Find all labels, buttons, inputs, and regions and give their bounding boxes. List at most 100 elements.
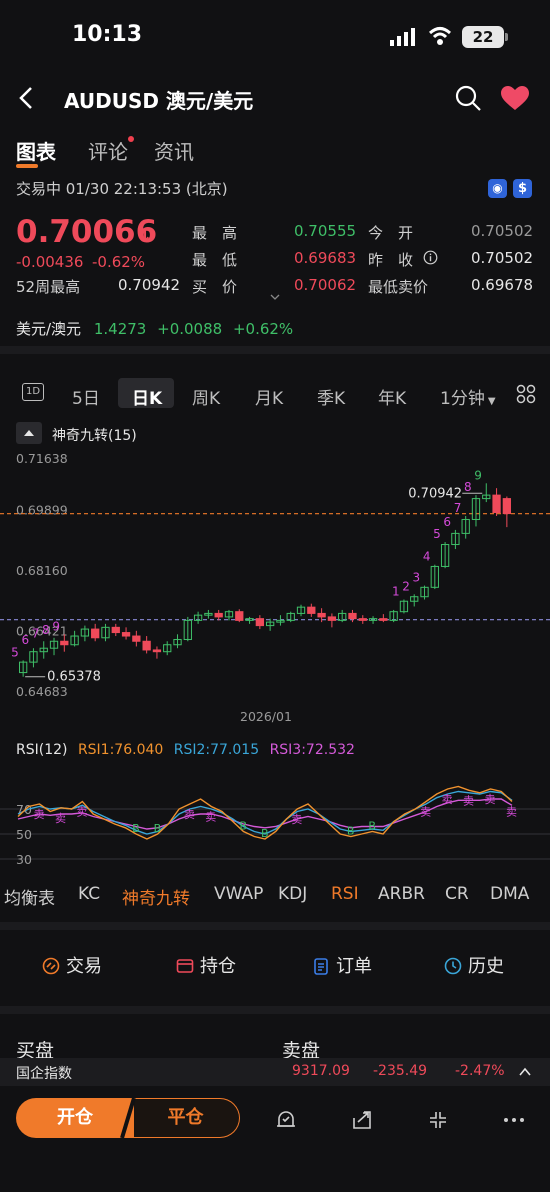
positions-button[interactable]: 持仓 bbox=[176, 952, 236, 978]
rsi-sell-marker: 卖 bbox=[184, 808, 195, 821]
trade-icon bbox=[42, 957, 60, 975]
orders-button[interactable]: 订单 bbox=[312, 952, 372, 978]
rsi-sell-marker: 卖 bbox=[485, 793, 496, 806]
rsi-buy-marker: B bbox=[368, 820, 376, 833]
index-ticker[interactable]: 国企指数 9317.09 -235.49 -2.47% bbox=[0, 1058, 550, 1086]
indicator-tabs: 均衡表 KC 神奇九转 VWAP KDJ RSI ARBR CR DMA bbox=[0, 884, 550, 910]
more-icon[interactable] bbox=[502, 1108, 526, 1132]
share-icon[interactable] bbox=[350, 1108, 374, 1132]
status-bar: 10:13 22 bbox=[0, 0, 550, 72]
trade-label: 交易 bbox=[66, 956, 102, 977]
period-quarterly[interactable]: 季K bbox=[317, 384, 345, 409]
indicator-tab-dma[interactable]: DMA bbox=[490, 884, 529, 904]
td-count-label: 2 bbox=[402, 579, 410, 593]
collapse-arrows-icon[interactable] bbox=[426, 1108, 450, 1132]
back-arrow-icon[interactable] bbox=[14, 84, 40, 112]
cellular-signal-icon bbox=[390, 28, 415, 46]
min-annotation: 0.65378 bbox=[47, 670, 101, 685]
open-position-label: 开仓 bbox=[57, 1107, 93, 1128]
period-1min[interactable]: 1分钟 ▼ bbox=[440, 384, 496, 409]
dollar-icon[interactable]: $ bbox=[513, 179, 532, 198]
rsi3-line bbox=[17, 798, 513, 830]
alert-bell-icon[interactable] bbox=[274, 1108, 298, 1132]
x-tick-label: 2026/01 bbox=[240, 709, 292, 724]
period-monthly[interactable]: 月K bbox=[255, 384, 283, 409]
tab-news-label: 资讯 bbox=[154, 140, 194, 164]
tab-comments[interactable]: 评论 bbox=[88, 136, 128, 165]
candle-body bbox=[255, 618, 265, 627]
min-ask-value: 0.69678 bbox=[471, 276, 534, 294]
session-status: 交易中 01/30 22:13:53 (北京) bbox=[16, 180, 228, 198]
tab-news[interactable]: 资讯 bbox=[154, 136, 194, 165]
candlestick-chart[interactable]: 0.716380.698990.681600.664210.646832026/… bbox=[0, 440, 550, 730]
rsi-sell-marker: 卖 bbox=[442, 793, 453, 806]
td-count-label: 6 bbox=[21, 633, 29, 647]
trade-button[interactable]: 交易 bbox=[42, 952, 102, 978]
y-tick-label: 0.68160 bbox=[16, 563, 68, 578]
indicator-tab-arbr[interactable]: ARBR bbox=[378, 884, 425, 904]
positions-label: 持仓 bbox=[200, 956, 236, 977]
wifi-icon bbox=[428, 27, 452, 45]
high-value: 0.70555 bbox=[294, 222, 357, 240]
period-daily[interactable]: 日K bbox=[132, 384, 162, 409]
max-annotation: 0.70942 bbox=[408, 486, 462, 501]
indicator-tab-rsi[interactable]: RSI bbox=[331, 884, 359, 904]
related-quote[interactable]: 美元/澳元 1.4273 +0.0088 +0.62% bbox=[16, 318, 293, 339]
bottom-toolbar: 平仓 开仓 bbox=[0, 1092, 550, 1192]
divider bbox=[0, 346, 550, 354]
related-value: 1.4273 bbox=[93, 320, 147, 338]
period-yearly[interactable]: 年K bbox=[378, 384, 406, 409]
history-label: 历史 bbox=[468, 956, 504, 977]
rsi-sell-marker: 卖 bbox=[33, 808, 44, 821]
rsi-buy-marker: B bbox=[154, 822, 162, 835]
ticker-pct: -2.47% bbox=[455, 1063, 505, 1079]
search-icon[interactable] bbox=[454, 84, 482, 112]
rsi-buy-marker: B bbox=[347, 825, 355, 838]
divider bbox=[0, 1006, 550, 1014]
period-5d[interactable]: 5日 bbox=[72, 384, 100, 409]
indicator-tab-cr[interactable]: CR bbox=[445, 884, 469, 904]
rsi-buy-marker: B bbox=[132, 822, 140, 835]
battery-icon: 22 bbox=[462, 26, 508, 48]
indicator-tab-vwap[interactable]: VWAP bbox=[214, 884, 263, 904]
indicator-tab-ichimoku[interactable]: 均衡表 bbox=[4, 884, 55, 909]
rsi-level-label: 50 bbox=[16, 827, 32, 842]
candle-body bbox=[214, 612, 223, 618]
tab-chart[interactable]: 图表 bbox=[16, 136, 56, 168]
history-button[interactable]: 历史 bbox=[444, 952, 504, 978]
rsi-sell-marker: 卖 bbox=[463, 794, 474, 807]
td-count-label: 4 bbox=[423, 550, 431, 564]
divider bbox=[0, 922, 550, 930]
indicator-tab-kdj[interactable]: KDJ bbox=[278, 884, 307, 904]
rsi-buy-marker: B bbox=[240, 820, 248, 833]
td-count-label: 9 bbox=[52, 619, 60, 633]
indicator-tab-td9[interactable]: 神奇九转 bbox=[122, 884, 190, 909]
top-bar: AUDUSD 澳元/美元 bbox=[0, 78, 550, 118]
period-1d[interactable]: 1D bbox=[22, 383, 44, 401]
expand-chevron-icon[interactable] bbox=[270, 293, 280, 301]
td-count-label: 5 bbox=[433, 527, 441, 541]
rsi-chart[interactable]: 705030卖卖卖B B卖 卖BB卖B B卖卖卖卖卖 bbox=[0, 738, 550, 878]
page-title: AUDUSD 澳元/美元 bbox=[64, 89, 254, 113]
bid-value: 0.70062 bbox=[294, 276, 357, 294]
related-change: +0.0088 bbox=[157, 320, 223, 338]
td-count-label: 5 bbox=[11, 645, 19, 659]
bid-label: 买 价 bbox=[192, 278, 238, 296]
period-1min-label: 1分钟 bbox=[440, 389, 485, 409]
td-count-label: 1 bbox=[392, 585, 400, 599]
candle-body bbox=[111, 626, 120, 634]
candle-body bbox=[348, 612, 357, 620]
rsi-sell-marker: 卖 bbox=[291, 813, 302, 826]
grid-menu-icon[interactable] bbox=[516, 384, 536, 404]
rsi-sell-marker: 卖 bbox=[76, 806, 87, 819]
close-position-button[interactable]: 平仓 bbox=[124, 1098, 240, 1138]
favorite-heart-icon[interactable] bbox=[500, 85, 530, 111]
open-position-button[interactable]: 开仓 bbox=[16, 1098, 134, 1138]
period-weekly[interactable]: 周K bbox=[192, 384, 220, 409]
globe-icon[interactable]: ◉ bbox=[488, 179, 507, 198]
info-icon[interactable] bbox=[423, 250, 438, 265]
chevron-up-icon[interactable] bbox=[518, 1066, 532, 1078]
indicator-tab-kc[interactable]: KC bbox=[78, 884, 100, 904]
rsi-sell-marker: 卖 bbox=[506, 806, 517, 819]
ticker-name: 国企指数 bbox=[16, 1066, 72, 1082]
